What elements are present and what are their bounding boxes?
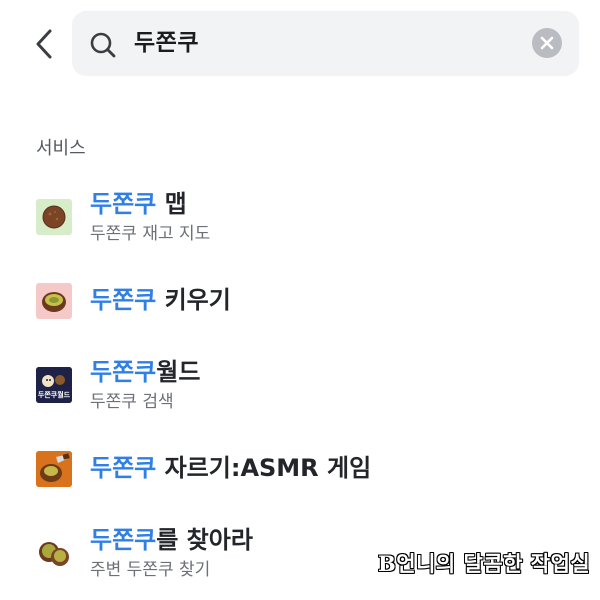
result-title: 두쫀쿠 맵	[90, 189, 187, 219]
cookie-world-icon: 두쫀쿠월드	[36, 367, 72, 403]
highlight-text: 두쫀쿠	[90, 286, 157, 314]
result-subtitle: 주변 두쫀쿠 찾기	[90, 560, 211, 580]
icon-caption: 두쫀쿠월드	[37, 391, 71, 399]
highlight-text: 두쫀쿠	[90, 454, 157, 482]
search-bar[interactable]: 두쫀쿠	[72, 11, 579, 76]
watermark: B언니의 달콤한 작업실	[378, 551, 591, 576]
search-input[interactable]: 두쫀쿠	[134, 29, 199, 57]
title-rest: 자르기:ASMR 게임	[156, 454, 372, 482]
highlight-text: 두쫀쿠	[90, 526, 157, 554]
result-subtitle: 두쫀쿠 재고 지도	[90, 224, 211, 244]
search-icon	[90, 32, 116, 58]
list-item[interactable]: 두쫀쿠월드 두쫀쿠월드 두쫀쿠 검색	[0, 356, 600, 420]
clear-search-button[interactable]	[532, 28, 562, 58]
knife-cookie-icon	[36, 451, 72, 487]
cookie-map-icon	[36, 199, 72, 235]
list-item[interactable]: 두쫀쿠 맵 두쫀쿠 재고 지도	[0, 188, 600, 252]
result-title: 두쫀쿠를 찾아라	[90, 525, 253, 555]
result-subtitle: 두쫀쿠 검색	[90, 392, 174, 412]
result-title: 두쫀쿠 자르기:ASMR 게임	[90, 453, 371, 483]
back-button[interactable]	[28, 24, 60, 64]
cookie-grow-icon	[36, 283, 72, 319]
title-rest: 를 찾아라	[156, 526, 253, 554]
section-title: 서비스	[36, 138, 86, 159]
chevron-left-icon	[36, 29, 52, 59]
highlight-text: 두쫀쿠	[90, 190, 157, 218]
list-item[interactable]: 두쫀쿠 키우기	[0, 283, 600, 323]
cookie-find-icon	[36, 535, 72, 571]
title-rest: 월드	[156, 358, 201, 386]
list-item[interactable]: 두쫀쿠 자르기:ASMR 게임	[0, 451, 600, 491]
result-title: 두쫀쿠 키우기	[90, 285, 231, 315]
highlight-text: 두쫀쿠	[90, 358, 157, 386]
search-results-page: 두쫀쿠 서비스 두쫀쿠 맵 두쫀쿠 재고 지도 두쫀쿠 키우기 두쫀쿠월드 두쫀…	[0, 0, 600, 600]
title-rest: 키우기	[156, 286, 231, 314]
title-rest: 맵	[156, 190, 187, 218]
result-title: 두쫀쿠월드	[90, 357, 200, 387]
close-icon	[540, 36, 554, 50]
